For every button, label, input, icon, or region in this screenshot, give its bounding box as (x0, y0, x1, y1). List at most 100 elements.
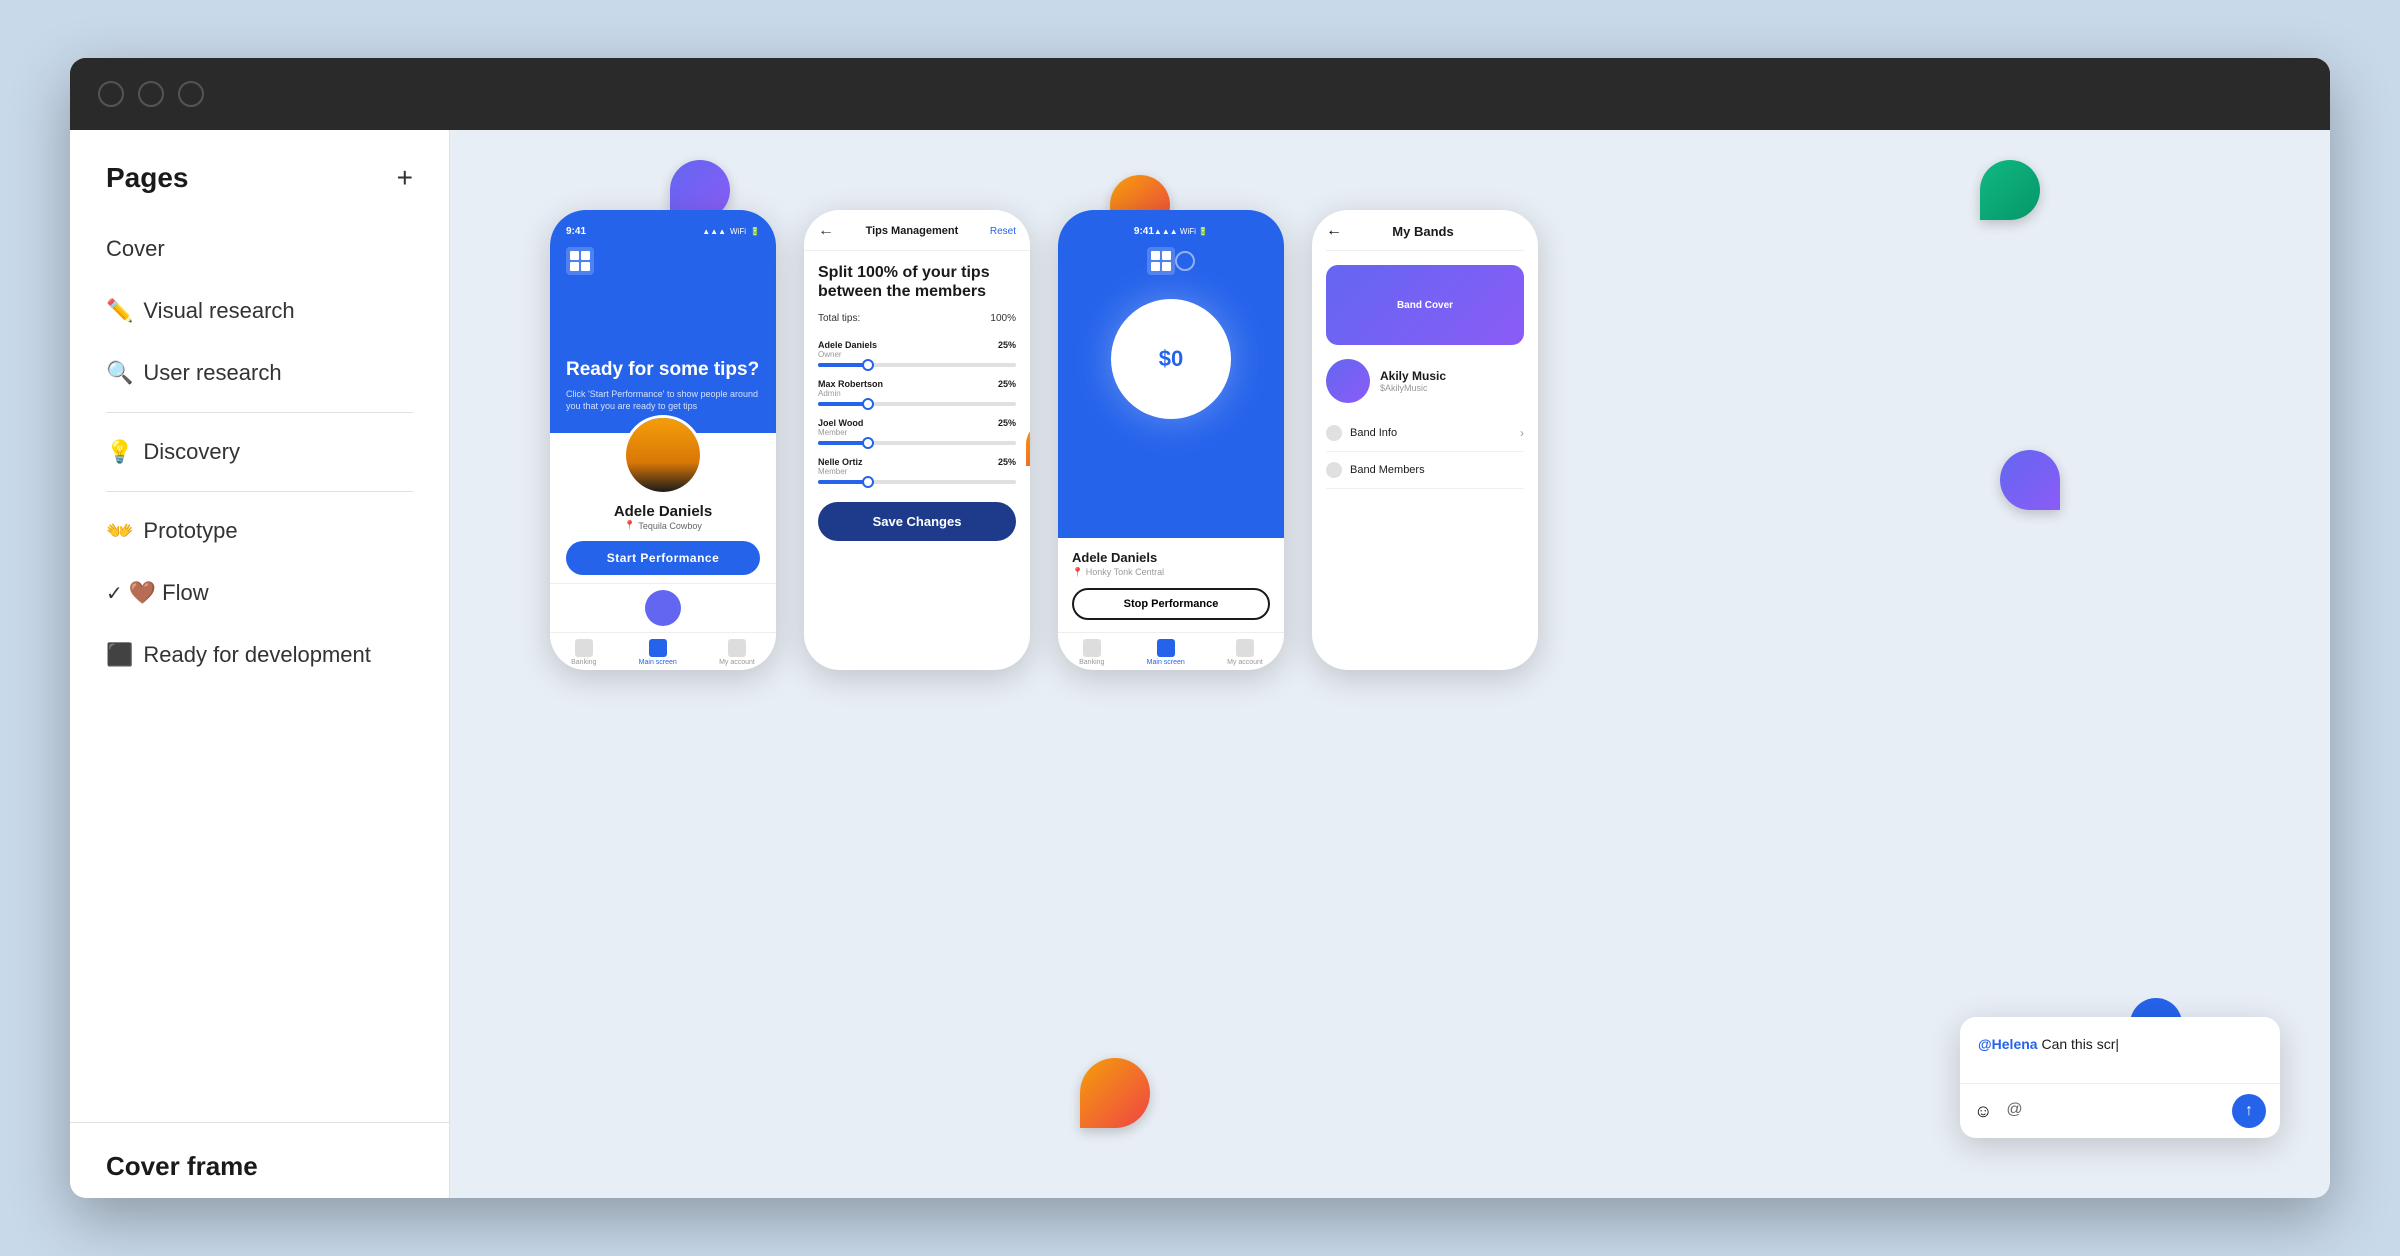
browser-content: Pages + Cover ✏️ Visual research 🔍 User … (70, 130, 2330, 1198)
phone3-amount-value: $0 (1159, 346, 1183, 372)
phone-mockup-3: 9:41 ▲▲▲ WiFi 🔋 (1058, 210, 1284, 670)
phone4-title: My Bands (1392, 224, 1453, 239)
discovery-label: Discovery (143, 439, 240, 465)
max-slider[interactable] (818, 402, 1016, 406)
phone-mockup-1: 9:41 ▲▲▲ WiFi 🔋 (550, 210, 776, 670)
minimize-button[interactable] (138, 81, 164, 107)
sidebar-item-discovery[interactable]: 💡 Discovery (90, 421, 429, 483)
phone4-back-button[interactable]: ← (1326, 222, 1342, 240)
phone2-screen: ← Tips Management Reset Split 100% of yo… (804, 210, 1030, 670)
member-row-max: Max Robertson Admin 25% (804, 373, 1030, 412)
flow-label: Flow (162, 580, 208, 606)
music-icon (1326, 462, 1342, 478)
sidebar-item-prototype[interactable]: 👐 Prototype (90, 500, 429, 562)
sidebar: Pages + Cover ✏️ Visual research 🔍 User … (70, 130, 450, 1198)
avatar-bubble-bottom-mid (1080, 1058, 1150, 1128)
phone3-performer-name: Adele Daniels (1072, 550, 1270, 565)
cover-label: Cover (106, 236, 165, 262)
phone1-bottom-nav: Banking Main screen My account (550, 632, 776, 670)
nelle-slider[interactable] (818, 480, 1016, 484)
sidebar-item-flow[interactable]: ✓ 🤎 Flow (90, 562, 429, 624)
phone3-status-bar: 9:41 ▲▲▲ WiFi 🔋 (1134, 226, 1208, 237)
close-button[interactable] (98, 81, 124, 107)
nav-divider-1 (106, 412, 413, 413)
member-role-max: Admin (818, 389, 883, 398)
chat-actions: ☺ @ (1974, 1101, 2023, 1122)
visual-research-icon: ✏️ (106, 298, 133, 324)
member-row-nelle: Nelle Ortiz Member 25% (804, 451, 1030, 490)
phone2-total-row: Total tips: 100% (804, 309, 1030, 334)
prototype-icon: 👐 (106, 518, 133, 544)
add-page-button[interactable]: + (397, 164, 413, 192)
band-members-label: Band Members (1350, 464, 1425, 476)
chat-popup: @Helena Can this scr| ☺ @ ↑ (1960, 1017, 2280, 1138)
sidebar-item-ready-dev[interactable]: ⬛ Ready for development (90, 624, 429, 686)
total-label: Total tips: (818, 313, 860, 324)
nav-main-screen[interactable]: Main screen (639, 639, 677, 666)
phone2-title: Tips Management (866, 225, 959, 237)
band-info-label: Band Info (1350, 427, 1397, 439)
phone2-reset-button[interactable]: Reset (990, 226, 1016, 237)
stop-performance-button[interactable]: Stop Performance (1072, 588, 1270, 620)
phone1-subtext: Click 'Start Performance' to show people… (566, 388, 760, 413)
user-research-label: User research (143, 360, 281, 386)
sidebar-item-cover[interactable]: Cover (90, 218, 429, 280)
mention-button[interactable]: @ (2006, 1101, 2022, 1122)
location-pin-icon: 📍 (624, 520, 635, 531)
phone1-qr-icon (566, 247, 594, 275)
main-canvas: 9:41 ▲▲▲ WiFi 🔋 (450, 130, 2330, 1198)
chat-input-row: ☺ @ ↑ (1960, 1083, 2280, 1138)
phone1-location: 📍 Tequila Cowboy (624, 520, 702, 531)
chevron-right-icon: › (1520, 426, 1524, 440)
adele-slider[interactable] (818, 363, 1016, 367)
band-members-item[interactable]: Band Members (1326, 452, 1524, 489)
sidebar-item-visual-research[interactable]: ✏️ Visual research (90, 280, 429, 342)
save-changes-button[interactable]: Save Changes (818, 502, 1016, 541)
ready-dev-label: Ready for development (143, 642, 370, 668)
avatar-bubble-mid-right (2000, 450, 2060, 510)
joel-slider[interactable] (818, 441, 1016, 445)
clock-icon (1326, 425, 1342, 441)
phone1-screen: 9:41 ▲▲▲ WiFi 🔋 (550, 210, 776, 670)
phone3-nav-main-screen[interactable]: Main screen (1147, 639, 1185, 666)
band-cover-image: Band Cover (1326, 265, 1524, 345)
phone2-back-button[interactable]: ← (818, 222, 834, 240)
chat-message-text: @Helena Can this scr| (1978, 1035, 2262, 1055)
nav-banking[interactable]: Banking (571, 639, 596, 666)
member-row-adele: Adele Daniels Owner 25% (804, 334, 1030, 373)
phone4-band-avatar (1326, 359, 1370, 403)
member-percent-joel: 25% (998, 418, 1016, 437)
emoji-button[interactable]: ☺ (1974, 1101, 1992, 1122)
sidebar-section: Cover frame (70, 1122, 449, 1198)
phone-mockup-4: ← My Bands Band Cover Akily Music (1312, 210, 1538, 670)
phone4-screen: ← My Bands Band Cover Akily Music (1312, 210, 1538, 670)
ready-dev-icon: ⬛ (106, 642, 133, 668)
member-role-adele: Owner (818, 350, 877, 359)
maximize-button[interactable] (178, 81, 204, 107)
chat-mention: @Helena (1978, 1036, 2038, 1052)
cover-frame-title: Cover frame (106, 1151, 258, 1181)
member-role-nelle: Member (818, 467, 863, 476)
phone4-band-handle: $AkilyMusic (1380, 383, 1446, 393)
phone3-top-section: 9:41 ▲▲▲ WiFi 🔋 (1058, 210, 1284, 538)
phone4-band-card: Akily Music $AkilyMusic (1326, 359, 1524, 403)
phone1-time: 9:41 (566, 226, 586, 237)
chat-content: @Helena Can this scr| (1960, 1017, 2280, 1083)
nav-divider-2 (106, 491, 413, 492)
avatar-bubble-top-right (1980, 160, 2040, 220)
phone3-nav-banking[interactable]: Banking (1079, 639, 1104, 666)
member-name-adele: Adele Daniels (818, 340, 877, 350)
member-percent-max: 25% (998, 379, 1016, 398)
browser-window: Pages + Cover ✏️ Visual research 🔍 User … (70, 58, 2330, 1198)
send-button[interactable]: ↑ (2232, 1094, 2266, 1128)
traffic-lights (98, 81, 204, 107)
start-performance-button[interactable]: Start Performance (566, 541, 760, 575)
phone3-time: 9:41 (1134, 226, 1154, 237)
nav-my-account[interactable]: My account (719, 639, 755, 666)
phone4-menu-items: Band Info › Band Members (1312, 415, 1538, 489)
sidebar-item-user-research[interactable]: 🔍 User research (90, 342, 429, 404)
sidebar-title: Pages (106, 162, 189, 194)
phone3-nav-my-account[interactable]: My account (1227, 639, 1263, 666)
band-info-item[interactable]: Band Info › (1326, 415, 1524, 452)
chat-message-content: Can this scr| (2041, 1036, 2119, 1052)
